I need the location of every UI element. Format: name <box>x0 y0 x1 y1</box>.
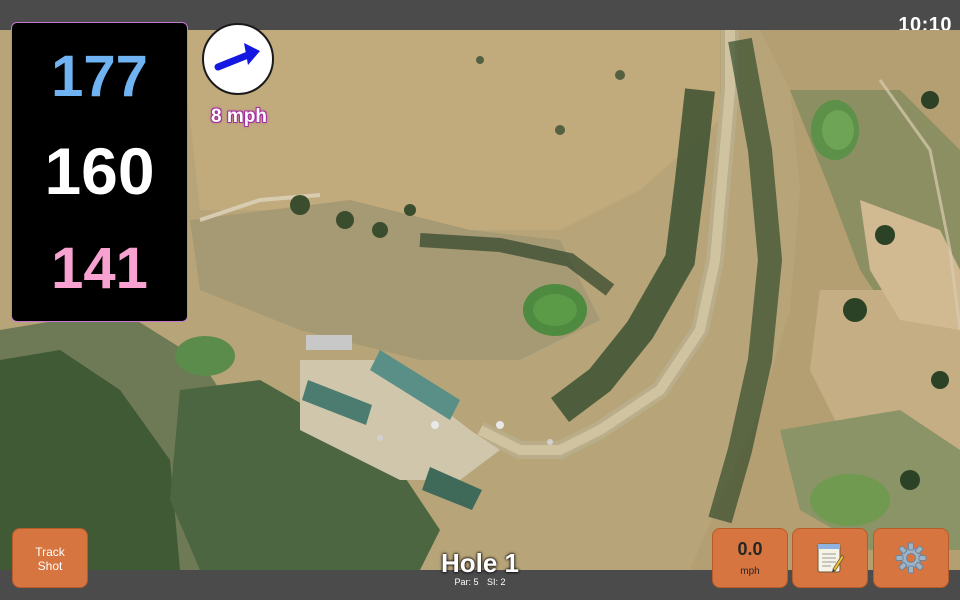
speed-button[interactable]: 0.0 mph <box>712 528 788 588</box>
track-shot-label-line2: Shot <box>37 559 63 573</box>
hole-title: Hole 1 <box>440 548 520 578</box>
track-shot-button[interactable]: Track Shot <box>12 528 88 588</box>
back-yardage: 177 <box>51 44 148 109</box>
arrow-icon <box>214 43 260 71</box>
hole-info: Par: 5 SI: 2 <box>380 577 580 587</box>
track-shot-label-line1: Track <box>35 545 65 559</box>
par-label: Par: 5 <box>454 577 479 587</box>
gear-icon <box>895 542 927 574</box>
front-yardage: 141 <box>51 236 148 301</box>
wind-indicator <box>202 23 274 95</box>
speed-unit: mph <box>740 566 760 577</box>
notepad-icon <box>817 543 845 573</box>
yardage-panel: 177 160 141 <box>11 22 188 322</box>
notes-button[interactable] <box>792 528 868 588</box>
settings-button[interactable] <box>873 528 949 588</box>
stroke-index-label: SI: 2 <box>487 577 506 587</box>
speed-value: 0.0 <box>737 539 763 559</box>
wind-speed-label: 8 mph <box>211 106 267 127</box>
center-yardage: 160 <box>44 134 155 208</box>
